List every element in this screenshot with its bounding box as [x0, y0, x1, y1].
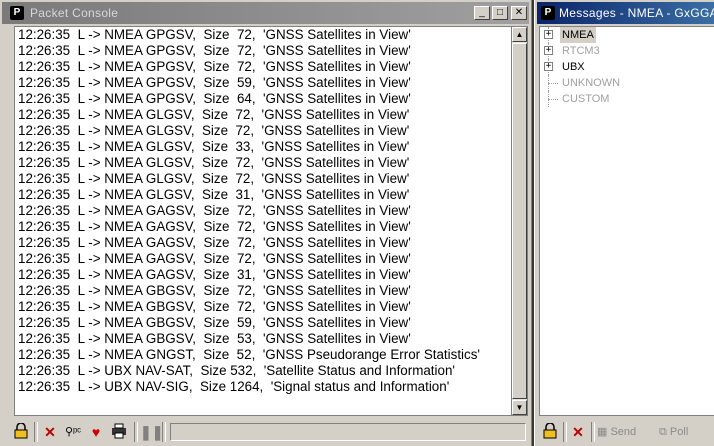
- send-button[interactable]: ▦ Send: [597, 423, 636, 441]
- close-button[interactable]: ✕: [511, 6, 527, 20]
- messages-window: P Messages - NMEA - GxGGA ( + NMEA + RTCM3 +…: [534, 0, 714, 446]
- tree-node-label[interactable]: UNKNOWN: [560, 75, 622, 91]
- tree-node-label[interactable]: UBX: [560, 59, 587, 75]
- console-toolbar: ✕ ⚲ᵖᶜ ♥ ❚❚: [0, 418, 531, 446]
- send-icon: ▦: [597, 426, 608, 438]
- log-row[interactable]: 12:26:35 L -> NMEA GLGSV, Size 72, 'GNSS…: [15, 171, 511, 187]
- pause-icon[interactable]: ❚❚: [140, 423, 163, 441]
- scroll-up-button[interactable]: ▲: [512, 27, 527, 42]
- log-row[interactable]: 12:26:35 L -> NMEA GBGSV, Size 72, 'GNSS…: [15, 283, 511, 299]
- log-row[interactable]: 12:26:35 L -> NMEA GAGSV, Size 72, 'GNSS…: [15, 219, 511, 235]
- toolbar-separator: [563, 422, 567, 442]
- toolbar-separator: [162, 422, 166, 442]
- packet-log-list[interactable]: 12:26:35 L -> NMEA GPGSV, Size 72, 'GNSS…: [14, 26, 512, 416]
- lock-icon[interactable]: [541, 422, 559, 441]
- tree-node-label[interactable]: CUSTOM: [560, 91, 611, 107]
- expand-icon[interactable]: +: [544, 62, 553, 71]
- pc-icon[interactable]: ⚲ᵖᶜ: [64, 423, 82, 441]
- tree-branch-line: [548, 99, 558, 100]
- app-logo-icon: P: [541, 6, 555, 20]
- log-row[interactable]: 12:26:35 L -> NMEA GBGSV, Size 53, 'GNSS…: [15, 331, 511, 347]
- minimize-button[interactable]: _: [474, 6, 490, 20]
- log-row[interactable]: 12:26:35 L -> NMEA GPGSV, Size 72, 'GNSS…: [15, 59, 511, 75]
- log-row[interactable]: 12:26:35 L -> NMEA GLGSV, Size 33, 'GNSS…: [15, 139, 511, 155]
- tree-node-unknown[interactable]: UNKNOWN: [540, 75, 714, 91]
- tree-node-nmea[interactable]: + NMEA: [540, 27, 714, 43]
- lock-icon[interactable]: [12, 422, 30, 441]
- expand-icon[interactable]: +: [544, 30, 553, 39]
- log-row[interactable]: 12:26:35 L -> NMEA GPGSV, Size 72, 'GNSS…: [15, 27, 511, 43]
- window-title: Messages - NMEA - GxGGA (: [559, 6, 714, 20]
- messages-toolbar: ✕ ▦ Send ⧉ Poll: [535, 418, 714, 446]
- log-row[interactable]: 12:26:35 L -> NMEA GLGSV, Size 31, 'GNSS…: [15, 187, 511, 203]
- app-logo-icon: P: [10, 6, 24, 20]
- log-row[interactable]: 12:26:35 L -> NMEA GAGSV, Size 72, 'GNSS…: [15, 203, 511, 219]
- tree-branch-line: [548, 83, 558, 84]
- log-row[interactable]: 12:26:35 L -> NMEA GNGST, Size 52, 'GNSS…: [15, 347, 511, 363]
- send-label: Send: [610, 426, 637, 438]
- log-row[interactable]: 12:26:35 L -> UBX NAV-SIG, Size 1264, 'S…: [15, 379, 511, 395]
- poll-button[interactable]: ⧉ Poll: [659, 423, 688, 441]
- log-row[interactable]: 12:26:35 L -> NMEA GBGSV, Size 59, 'GNSS…: [15, 315, 511, 331]
- poll-icon: ⧉: [659, 426, 667, 438]
- expand-icon[interactable]: +: [544, 46, 553, 55]
- heart-icon[interactable]: ♥: [87, 423, 105, 441]
- maximize-button[interactable]: □: [492, 6, 508, 20]
- printer-icon[interactable]: [110, 423, 128, 441]
- poll-label: Poll: [669, 426, 689, 438]
- log-row[interactable]: 12:26:35 L -> NMEA GLGSV, Size 72, 'GNSS…: [15, 155, 511, 171]
- command-input[interactable]: [170, 423, 526, 441]
- log-row[interactable]: 12:26:35 L -> NMEA GLGSV, Size 72, 'GNSS…: [15, 107, 511, 123]
- window-title: Packet Console: [30, 6, 119, 20]
- toolbar-separator: [134, 422, 138, 442]
- log-row[interactable]: 12:26:35 L -> NMEA GPGSV, Size 64, 'GNSS…: [15, 91, 511, 107]
- tree-node-label[interactable]: NMEA: [560, 27, 596, 43]
- toolbar-separator: [591, 422, 595, 442]
- log-row[interactable]: 12:26:35 L -> NMEA GPGSV, Size 59, 'GNSS…: [15, 75, 511, 91]
- toolbar-separator: [34, 422, 38, 442]
- tree-node-label[interactable]: RTCM3: [560, 43, 602, 59]
- message-tree[interactable]: + NMEA + RTCM3 + UBX UNKNOWN CUSTOM: [539, 26, 714, 416]
- tree-node-rtcm3[interactable]: + RTCM3: [540, 43, 714, 59]
- scroll-down-button[interactable]: ▼: [512, 400, 527, 415]
- scroll-thumb[interactable]: [512, 43, 527, 399]
- clear-icon[interactable]: ✕: [569, 423, 587, 441]
- messages-titlebar[interactable]: P Messages - NMEA - GxGGA (: [537, 2, 714, 24]
- packet-console-titlebar[interactable]: P Packet Console _ □ ✕: [2, 2, 529, 24]
- log-row[interactable]: 12:26:35 L -> NMEA GPGSV, Size 72, 'GNSS…: [15, 43, 511, 59]
- log-row[interactable]: 12:26:35 L -> NMEA GAGSV, Size 72, 'GNSS…: [15, 251, 511, 267]
- clear-icon[interactable]: ✕: [41, 423, 59, 441]
- tree-node-custom[interactable]: CUSTOM: [540, 91, 714, 107]
- log-row[interactable]: 12:26:35 L -> NMEA GAGSV, Size 72, 'GNSS…: [15, 235, 511, 251]
- log-row[interactable]: 12:26:35 L -> UBX NAV-SAT, Size 532, 'Sa…: [15, 363, 511, 379]
- packet-console-window: P Packet Console _ □ ✕ 12:26:35 L -> NME…: [0, 0, 532, 446]
- vertical-scrollbar[interactable]: ▲ ▼: [512, 26, 528, 416]
- tree-node-ubx[interactable]: + UBX: [540, 59, 714, 75]
- log-row[interactable]: 12:26:35 L -> NMEA GBGSV, Size 72, 'GNSS…: [15, 299, 511, 315]
- log-row[interactable]: 12:26:35 L -> NMEA GAGSV, Size 31, 'GNSS…: [15, 267, 511, 283]
- log-row[interactable]: 12:26:35 L -> NMEA GLGSV, Size 72, 'GNSS…: [15, 123, 511, 139]
